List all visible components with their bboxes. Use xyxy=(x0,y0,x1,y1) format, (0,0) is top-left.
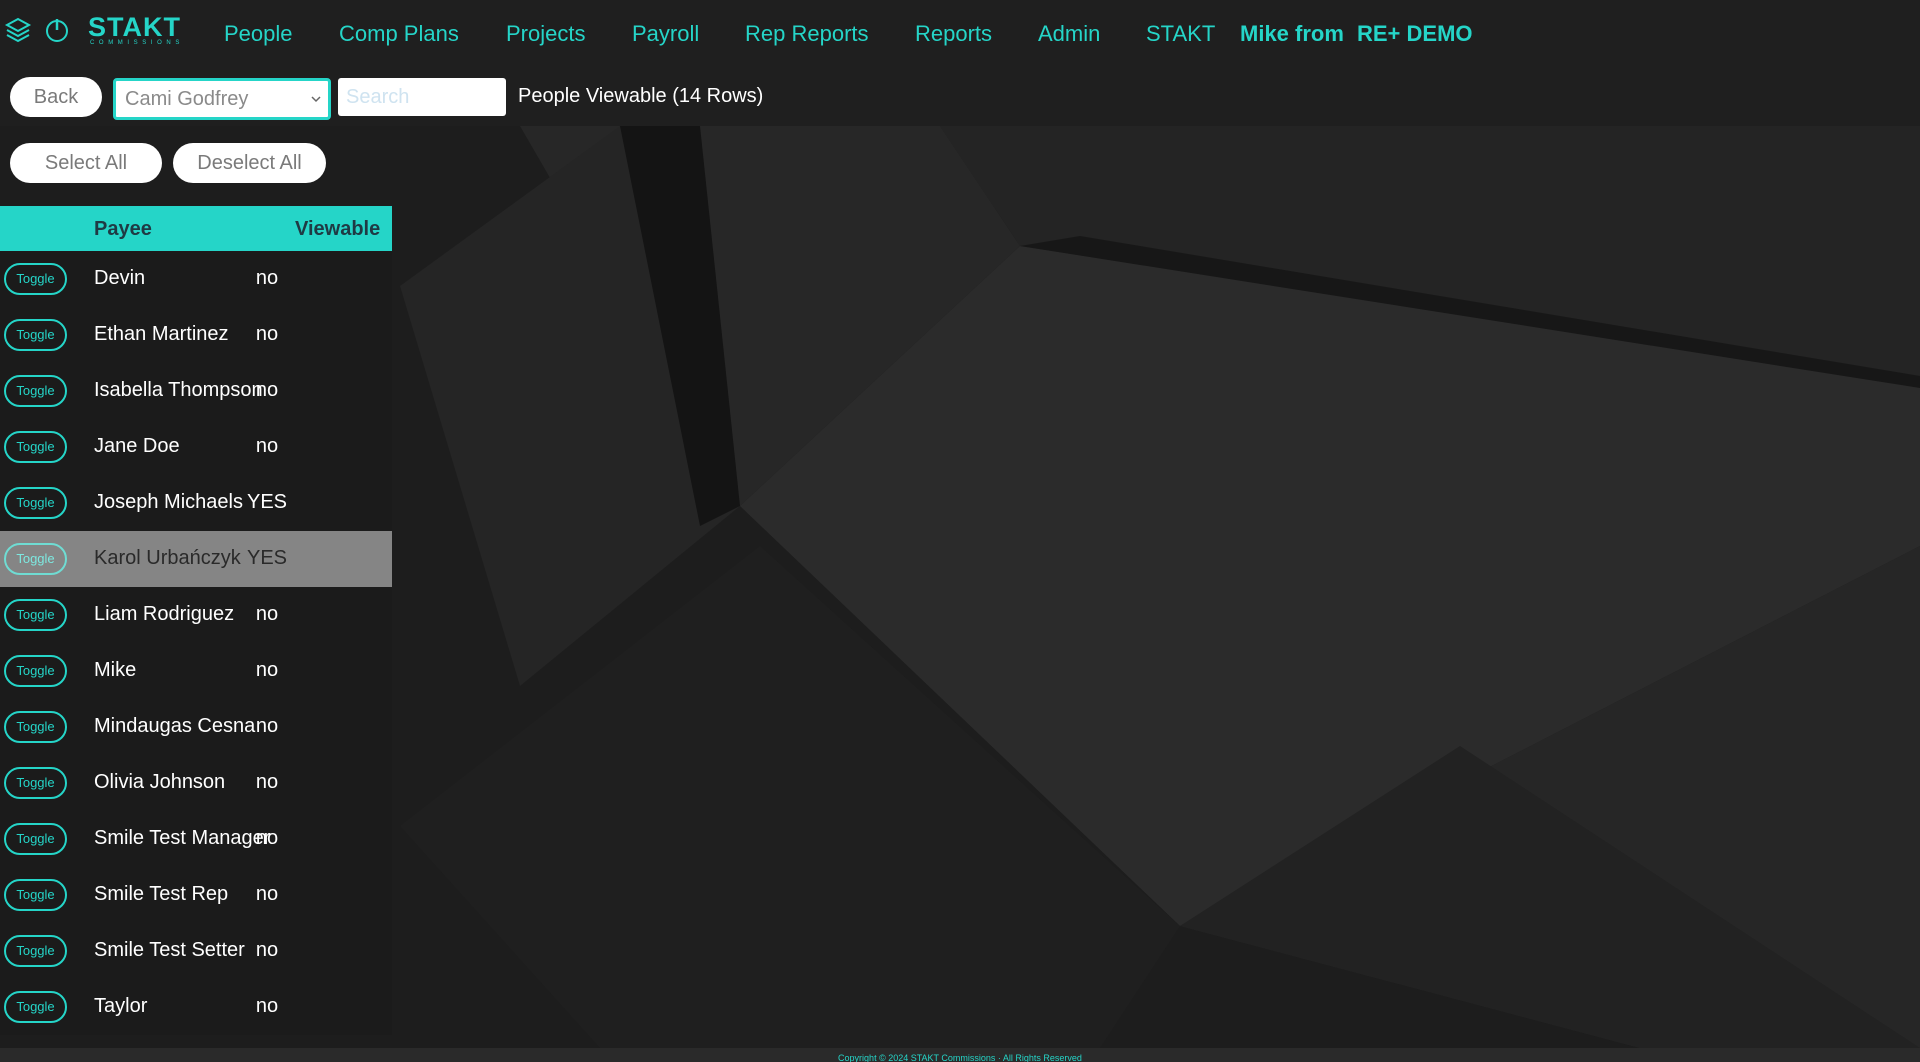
viewable-value: no xyxy=(255,715,279,737)
table-row[interactable]: Toggle Joseph Michaels YES xyxy=(0,475,392,531)
nav-rep-reports[interactable]: Rep Reports xyxy=(745,20,869,48)
toggle-button[interactable]: Toggle xyxy=(4,879,67,911)
table-row[interactable]: Toggle Taylor no xyxy=(0,979,392,1035)
nav-people[interactable]: People xyxy=(224,20,293,48)
people-viewable-table: Payee Viewable Toggle Devin no Toggle Ethan … xyxy=(0,206,392,1035)
table-row[interactable]: Toggle Isabella Thompson no xyxy=(0,363,392,419)
toggle-button[interactable]: Toggle xyxy=(4,991,67,1023)
page-caption: People Viewable (14 Rows) xyxy=(518,85,764,107)
user-name[interactable]: Mike from xyxy=(1240,20,1344,48)
select-all-button[interactable]: Select All xyxy=(10,143,162,183)
toggle-button[interactable]: Toggle xyxy=(4,823,67,855)
viewable-value: no xyxy=(255,771,279,793)
toggle-button[interactable]: Toggle xyxy=(4,431,67,463)
toggle-button[interactable]: Toggle xyxy=(4,767,67,799)
user-company[interactable]: RE+ DEMO xyxy=(1357,20,1473,48)
viewable-value: YES xyxy=(246,547,288,569)
header-viewable[interactable]: Viewable xyxy=(295,218,380,241)
toggle-button[interactable]: Toggle xyxy=(4,487,67,519)
table-row[interactable]: Toggle Mindaugas Cesna no xyxy=(0,699,392,755)
nav-admin[interactable]: Admin xyxy=(1038,20,1100,48)
power-icon[interactable] xyxy=(43,16,71,44)
toggle-button[interactable]: Toggle xyxy=(4,375,67,407)
toggle-button[interactable]: Toggle xyxy=(4,935,67,967)
table-body: Toggle Devin no Toggle Ethan Martinez no Toggl… xyxy=(0,251,392,1035)
viewable-value: YES xyxy=(246,491,288,513)
stakt-logo[interactable]: STAKT xyxy=(88,12,181,52)
toggle-button[interactable]: Toggle xyxy=(4,263,67,295)
viewable-value: no xyxy=(255,995,279,1017)
person-select[interactable]: Cami Godfrey xyxy=(113,78,331,120)
toggle-button[interactable]: Toggle xyxy=(4,543,67,575)
nav-projects[interactable]: Projects xyxy=(506,20,585,48)
table-row[interactable]: Toggle Smile Test Rep no xyxy=(0,867,392,923)
viewable-value: no xyxy=(255,323,279,345)
search-input[interactable] xyxy=(338,78,506,116)
table-header: Payee Viewable xyxy=(0,206,392,251)
table-row[interactable]: Toggle Smile Test Manager no xyxy=(0,811,392,867)
nav-reports[interactable]: Reports xyxy=(915,20,992,48)
viewable-value: no xyxy=(255,435,279,457)
person-select-value: Cami Godfrey xyxy=(125,88,249,110)
table-row[interactable]: Toggle Liam Rodriguez no xyxy=(0,587,392,643)
toggle-button[interactable]: Toggle xyxy=(4,655,67,687)
toggle-button[interactable]: Toggle xyxy=(4,711,67,743)
payee-name: Mike xyxy=(94,659,137,681)
toggle-button[interactable]: Toggle xyxy=(4,599,67,631)
table-row[interactable]: Toggle Jane Doe no xyxy=(0,419,392,475)
header-payee[interactable]: Payee xyxy=(94,218,152,241)
payee-name: Taylor xyxy=(94,995,148,1017)
table-row[interactable]: Toggle Devin no xyxy=(0,251,392,307)
nav-comp-plans[interactable]: Comp Plans xyxy=(339,20,459,48)
viewable-value: no xyxy=(255,603,279,625)
toggle-button[interactable]: Toggle xyxy=(4,319,67,351)
copyright-text: Copyright © 2024 STAKT Commissions · All… xyxy=(838,1053,1082,1062)
footer: Copyright © 2024 STAKT Commissions · All… xyxy=(0,1048,1920,1062)
table-row[interactable]: Toggle Olivia Johnson no xyxy=(0,755,392,811)
chevron-down-icon xyxy=(311,96,321,103)
top-navbar: STAKT COMMISSIONS People Comp Plans Proj… xyxy=(0,0,1920,68)
table-row[interactable]: Toggle Karol Urbańczyk YES xyxy=(0,531,392,587)
logo-subtitle: COMMISSIONS xyxy=(90,40,184,46)
nav-stakt[interactable]: STAKT xyxy=(1146,20,1215,48)
viewable-value: no xyxy=(255,379,279,401)
back-button[interactable]: Back xyxy=(10,77,102,117)
deselect-all-button[interactable]: Deselect All xyxy=(173,143,326,183)
nav-payroll[interactable]: Payroll xyxy=(632,20,699,48)
viewable-value: no xyxy=(255,939,279,961)
payee-name: Devin xyxy=(94,267,146,289)
viewable-value: no xyxy=(255,883,279,905)
table-row[interactable]: Toggle Mike no xyxy=(0,643,392,699)
table-row[interactable]: Toggle Smile Test Setter no xyxy=(0,923,392,979)
table-row[interactable]: Toggle Ethan Martinez no xyxy=(0,307,392,363)
layers-icon[interactable] xyxy=(4,16,32,44)
viewable-value: no xyxy=(255,659,279,681)
viewable-value: no xyxy=(255,827,279,849)
payee-name: Jane Doe xyxy=(94,435,180,457)
viewable-value: no xyxy=(255,267,279,289)
